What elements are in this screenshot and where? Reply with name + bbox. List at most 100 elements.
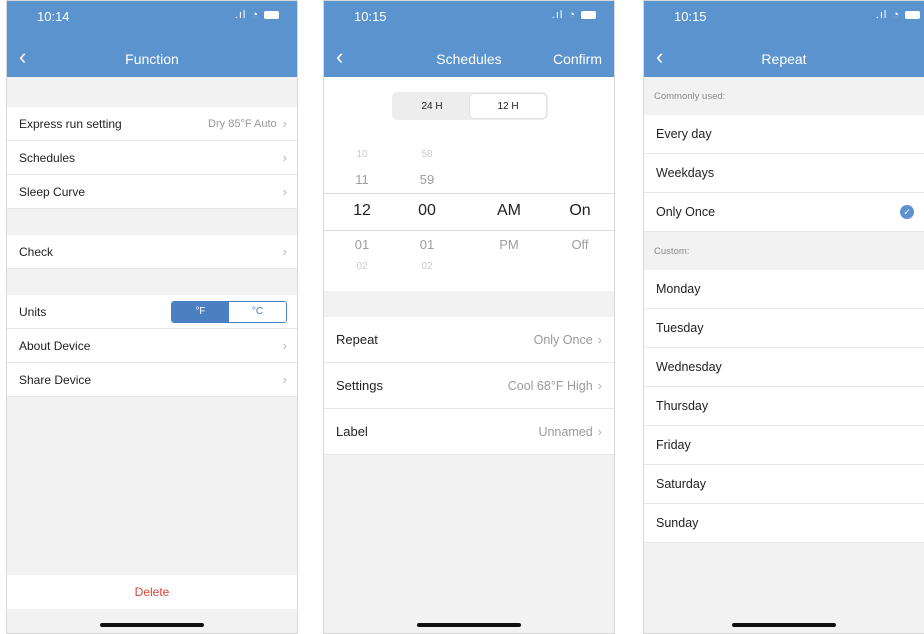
option-label: Saturday	[656, 477, 707, 491]
row-label: About Device	[19, 338, 91, 353]
home-indicator[interactable]	[732, 623, 836, 627]
row-value: Only Once	[533, 332, 593, 347]
repeat-option-saturday[interactable]: Saturday	[644, 465, 924, 504]
unit-celsius-option[interactable]: °C	[229, 301, 286, 322]
row-label: Units	[19, 304, 47, 319]
minute-item[interactable]: 01	[420, 237, 434, 252]
unit-fahrenheit-option[interactable]: °F	[172, 301, 229, 322]
schedules-screen: 10:15 .ıl ◔ ‹ Schedules Confirm 24 H 12 …	[323, 0, 615, 634]
row-value: Dry 85°F Auto	[208, 117, 277, 130]
onoff-item[interactable]: Off	[571, 237, 588, 252]
hour-item[interactable]: 01	[355, 237, 369, 252]
segment-12h[interactable]: 12 H	[470, 94, 546, 118]
row-value: Unnamed	[538, 424, 593, 439]
page-title: Function	[125, 51, 179, 67]
delete-button[interactable]: Delete	[7, 575, 297, 609]
chevron-right-icon: ›	[282, 184, 287, 199]
status-time: 10:15	[354, 9, 387, 24]
option-label: Friday	[656, 438, 691, 452]
chevron-right-icon: ›	[282, 244, 287, 259]
repeat-option-tuesday[interactable]: Tuesday	[644, 309, 924, 348]
checkmark-icon: ✓	[900, 205, 914, 219]
row-value: Cool 68°F High	[507, 378, 593, 393]
chevron-right-icon: ›	[282, 338, 287, 353]
repeat-option-weekdays[interactable]: Weekdays	[644, 154, 924, 193]
time-picker-area: 24 H 12 H 10 58 11 59 12 00 AM On 01 01 …	[324, 77, 614, 291]
repeat-row[interactable]: Repeat Only Once ›	[324, 317, 614, 363]
nav-bar: 10:14 .ıl ◔ ‹ Function	[7, 1, 297, 77]
ampm-item[interactable]: PM	[499, 237, 519, 252]
check-row[interactable]: Check ›	[7, 235, 297, 269]
option-label: Sunday	[656, 516, 699, 530]
repeat-option-sunday[interactable]: Sunday	[644, 504, 924, 543]
chevron-right-icon: ›	[597, 332, 602, 347]
row-label: Check	[19, 244, 54, 259]
repeat-option-wednesday[interactable]: Wednesday	[644, 348, 924, 387]
express-run-setting-row[interactable]: Express run setting Dry 85°F Auto ›	[7, 107, 297, 141]
chevron-right-icon: ›	[597, 378, 602, 393]
home-indicator[interactable]	[100, 623, 204, 627]
schedules-row[interactable]: Schedules ›	[7, 141, 297, 175]
status-icons: .ıl ◔	[552, 9, 596, 21]
share-device-row[interactable]: Share Device ›	[7, 363, 297, 397]
option-label: Wednesday	[656, 360, 722, 374]
row-label: Sleep Curve	[19, 184, 86, 199]
minute-item[interactable]: 59	[420, 172, 434, 187]
chevron-right-icon: ›	[282, 116, 287, 131]
signal-icon: .ıl	[875, 9, 888, 21]
minute-selected[interactable]: 00	[418, 202, 436, 220]
option-label: Weekdays	[656, 166, 715, 180]
chevron-right-icon: ›	[282, 150, 287, 165]
hour-item[interactable]: 11	[355, 172, 369, 187]
function-screen: 10:14 .ıl ◔ ‹ Function Express run setti…	[6, 0, 298, 634]
row-label: Express run setting	[19, 116, 122, 131]
option-label: Monday	[656, 282, 701, 296]
signal-icon: .ıl	[551, 9, 564, 21]
segment-24h[interactable]: 24 H	[394, 94, 470, 118]
option-label: Only Once	[656, 205, 716, 219]
hour-selected[interactable]: 12	[353, 202, 371, 220]
hour-format-segment[interactable]: 24 H 12 H	[392, 92, 548, 120]
chevron-right-icon: ›	[282, 372, 287, 387]
repeat-option-friday[interactable]: Friday	[644, 426, 924, 465]
minute-item[interactable]: 02	[421, 261, 432, 272]
repeat-option-only-once[interactable]: Only Once ✓	[644, 193, 924, 232]
page-title: Repeat	[761, 51, 807, 67]
repeat-option-thursday[interactable]: Thursday	[644, 387, 924, 426]
home-indicator[interactable]	[417, 623, 521, 627]
status-time: 10:15	[674, 9, 707, 24]
row-label: Label	[336, 424, 368, 439]
option-label: Every day	[656, 127, 712, 141]
option-label: Tuesday	[656, 321, 704, 335]
commonly-used-label: Commonly used:	[654, 90, 726, 102]
label-row[interactable]: Label Unnamed ›	[324, 409, 614, 455]
battery-icon	[581, 11, 596, 19]
status-time: 10:14	[37, 9, 70, 24]
units-toggle[interactable]: °F °C	[171, 300, 287, 323]
hour-item[interactable]: 10	[356, 149, 367, 160]
hour-item[interactable]: 02	[356, 261, 367, 272]
sleep-curve-row[interactable]: Sleep Curve ›	[7, 175, 297, 209]
row-label: Settings	[336, 378, 383, 393]
nav-bar: 10:15 .ıl ◔ ‹ Repeat	[644, 1, 924, 77]
nav-bar: 10:15 .ıl ◔ ‹ Schedules Confirm	[324, 1, 614, 77]
repeat-option-every-day[interactable]: Every day	[644, 115, 924, 154]
option-label: Thursday	[656, 399, 709, 413]
ampm-selected[interactable]: AM	[497, 202, 521, 220]
battery-icon	[264, 11, 279, 19]
row-label: Repeat	[336, 332, 378, 347]
repeat-option-monday[interactable]: Monday	[644, 270, 924, 309]
battery-icon	[905, 11, 920, 19]
minute-item[interactable]: 58	[421, 149, 432, 160]
about-device-row[interactable]: About Device ›	[7, 329, 297, 363]
row-label: Share Device	[19, 372, 92, 387]
wifi-icon: ◔	[251, 9, 259, 21]
chevron-right-icon: ›	[597, 424, 602, 439]
status-icons: .ıl ◔	[876, 9, 920, 21]
row-label: Schedules	[19, 150, 76, 165]
onoff-selected[interactable]: On	[569, 202, 590, 220]
settings-row[interactable]: Settings Cool 68°F High ›	[324, 363, 614, 409]
confirm-button[interactable]: Confirm	[553, 51, 602, 67]
